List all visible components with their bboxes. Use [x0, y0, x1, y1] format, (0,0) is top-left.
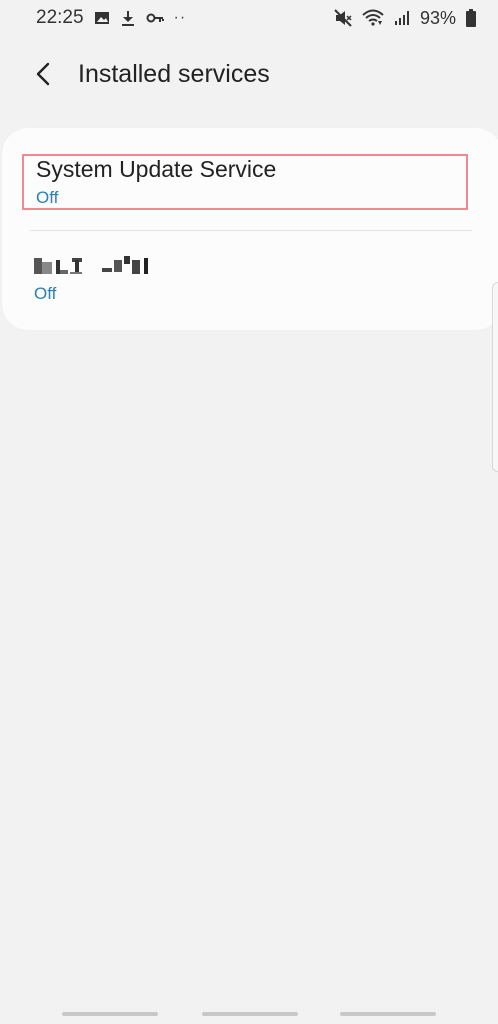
- redacted-service-name: [34, 256, 148, 274]
- app-header: Installed services: [0, 48, 498, 100]
- edge-panel-handle[interactable]: [492, 282, 498, 472]
- wifi-icon: [362, 9, 384, 27]
- download-icon: [120, 10, 136, 26]
- mute-icon: [334, 9, 352, 27]
- nav-hint-recents[interactable]: [62, 1012, 158, 1016]
- back-button[interactable]: [20, 50, 68, 98]
- service-item-system-update[interactable]: System Update Service Off: [22, 154, 468, 210]
- screen: 22:25 ·· 93% Installed services System U…: [0, 0, 498, 1024]
- nav-hint-home[interactable]: [202, 1012, 298, 1016]
- image-icon: [94, 10, 110, 26]
- navigation-gesture-bar: [0, 1010, 498, 1018]
- battery-percent: 93%: [419, 7, 456, 28]
- page-title: Installed services: [78, 59, 270, 88]
- status-bar-left: 22:25 ··: [36, 7, 186, 29]
- status-time: 22:25: [36, 7, 84, 28]
- services-card: System Update Service Off Off: [2, 128, 498, 330]
- key-icon: [146, 11, 164, 25]
- service-status: Off: [36, 188, 59, 207]
- service-item-redacted[interactable]: Off: [22, 250, 468, 310]
- signal-icon: [394, 10, 410, 26]
- service-name: System Update Service: [36, 156, 277, 182]
- battery-icon: [466, 9, 476, 27]
- nav-hint-back[interactable]: [340, 1012, 436, 1016]
- list-divider: [30, 230, 472, 231]
- service-status: Off: [34, 284, 57, 303]
- back-arrow-icon: [36, 62, 50, 86]
- status-bar-right: 93%: [334, 8, 476, 29]
- more-dots-icon: ··: [173, 9, 187, 26]
- status-bar: 22:25 ·· 93%: [0, 0, 498, 36]
